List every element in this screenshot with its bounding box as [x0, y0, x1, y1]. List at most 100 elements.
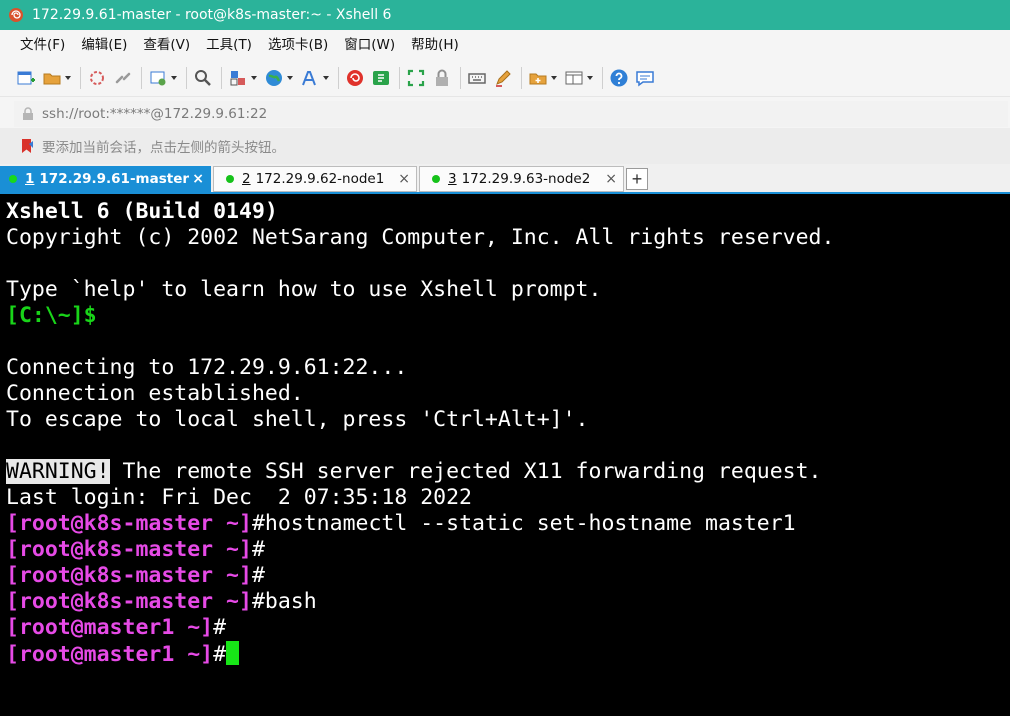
close-tab-icon[interactable]: × — [605, 171, 617, 187]
chat-button[interactable] — [635, 64, 655, 92]
prompt-hash: # — [251, 563, 265, 588]
session-hint-bar: 要添加当前会话，点击左侧的箭头按钮。 — [0, 128, 1010, 164]
terminal-line: [root@k8s-master ~]#hostnamectl --static… — [6, 511, 1010, 537]
connected-status-dot — [226, 175, 234, 183]
toolbar-separator — [399, 67, 400, 89]
title-bar: 172.29.9.61-master - root@k8s-master:~ -… — [0, 0, 1010, 30]
disconnect-button[interactable] — [113, 64, 133, 92]
toolbar-separator — [602, 67, 603, 89]
menu-window[interactable]: 窗口(W) — [336, 32, 403, 58]
terminal-line: To escape to local shell, press 'Ctrl+Al… — [6, 407, 589, 432]
toolbar-separator — [80, 67, 81, 89]
chevron-down-icon — [251, 76, 257, 80]
shell-prompt: [root@k8s-master ~] — [6, 589, 252, 614]
reconnect-icon — [90, 71, 104, 85]
new-folder-button[interactable] — [528, 64, 558, 92]
chevron-down-icon — [323, 76, 329, 80]
toolbar-separator — [186, 67, 187, 89]
help-button[interactable] — [609, 64, 629, 92]
warning-message: The remote SSH server rejected X11 forwa… — [109, 459, 822, 484]
terminal-line: [root@master1 ~]# — [6, 641, 1010, 667]
session-tab-3[interactable]: 3 172.29.9.63-node2 × — [419, 166, 624, 192]
find-button[interactable] — [193, 64, 213, 92]
folder-add-icon — [529, 73, 547, 85]
search-icon — [195, 70, 211, 86]
disconnect-icon — [115, 72, 131, 84]
address-bar: ssh://root:******@172.29.9.61:22 — [0, 96, 1010, 128]
session-tab-1[interactable]: 1 172.29.9.61-master × — [0, 166, 211, 192]
menu-help[interactable]: 帮助(H) — [403, 32, 467, 58]
terminal-line: [root@k8s-master ~]#bash — [6, 589, 1010, 615]
tab-label: 172.29.9.62-node1 — [255, 171, 385, 187]
toolbar-separator — [141, 67, 142, 89]
xftp-icon — [373, 71, 389, 85]
tab-label: 172.29.9.63-node2 — [461, 171, 591, 187]
xftp-button[interactable] — [371, 64, 391, 92]
session-tab-strip: 1 172.29.9.61-master × 2 172.29.9.62-nod… — [0, 164, 1010, 194]
terminal-line: Last login: Fri Dec 2 07:35:18 2022 — [6, 485, 472, 510]
globe-icon — [266, 70, 282, 86]
fullscreen-button[interactable] — [406, 64, 426, 92]
open-session-button[interactable] — [42, 64, 72, 92]
prompt-hash: # — [213, 615, 227, 640]
keyboard-button[interactable] — [467, 64, 487, 92]
bookmark-arrow-icon[interactable] — [20, 138, 34, 154]
terminal-line: Xshell 6 (Build 0149) — [6, 199, 278, 224]
terminal-cursor — [226, 641, 240, 665]
toolbar-separator — [221, 67, 222, 89]
toolbar-separator — [338, 67, 339, 89]
keyboard-icon — [468, 73, 486, 84]
window-layout-button[interactable] — [564, 64, 594, 92]
menu-tabs[interactable]: 选项卡(B) — [260, 32, 336, 58]
window-layout-icon — [565, 71, 583, 85]
terminal-line: Type `help' to learn how to use Xshell p… — [6, 277, 602, 302]
address-field[interactable]: ssh://root:******@172.29.9.61:22 — [14, 101, 1008, 127]
lock-icon — [23, 107, 33, 120]
layout-icon — [230, 71, 245, 86]
new-session-icon — [17, 71, 35, 85]
command-text: bash — [264, 589, 317, 614]
terminal-line: Copyright (c) 2002 NetSarang Computer, I… — [6, 225, 835, 250]
menu-file[interactable]: 文件(F) — [12, 32, 73, 58]
new-session-button[interactable] — [16, 64, 36, 92]
terminal-line: Connecting to 172.29.9.61:22... — [6, 355, 408, 380]
tab-number: 2 — [242, 171, 251, 187]
pen-icon — [496, 70, 511, 87]
session-tab-2[interactable]: 2 172.29.9.62-node1 × — [213, 166, 417, 192]
chevron-down-icon — [287, 76, 293, 80]
terminal-output[interactable]: Xshell 6 (Build 0149) Copyright (c) 2002… — [0, 196, 1010, 716]
menu-bar: 文件(F) 编辑(E) 查看(V) 工具(T) 选项卡(B) 窗口(W) 帮助(… — [0, 30, 1010, 60]
help-icon — [610, 69, 628, 87]
highlight-button[interactable] — [493, 64, 513, 92]
xshell-app-icon[interactable] — [8, 7, 24, 23]
hint-text: 要添加当前会话，点击左侧的箭头按钮。 — [42, 140, 285, 156]
lock-button[interactable] — [432, 64, 452, 92]
menu-view[interactable]: 查看(V) — [135, 32, 198, 58]
font-icon — [302, 71, 316, 86]
tab-number: 3 — [448, 171, 457, 187]
properties-button[interactable] — [148, 64, 178, 92]
close-tab-icon[interactable]: × — [192, 171, 204, 187]
reconnect-button[interactable] — [87, 64, 107, 92]
fullscreen-icon — [407, 69, 425, 87]
close-tab-icon[interactable]: × — [398, 171, 410, 187]
toolbar — [0, 60, 1010, 96]
warning-tag: WARNING! — [6, 459, 110, 484]
xshell-button[interactable] — [345, 64, 365, 92]
chevron-down-icon — [65, 76, 71, 80]
prompt-hash: # — [251, 511, 265, 536]
shell-prompt: [root@k8s-master ~] — [6, 511, 252, 536]
layout-button[interactable] — [228, 64, 258, 92]
menu-tools[interactable]: 工具(T) — [198, 32, 260, 58]
font-button[interactable] — [300, 64, 330, 92]
menu-edit[interactable]: 编辑(E) — [73, 32, 135, 58]
command-text: hostnamectl --static set-hostname master… — [264, 511, 796, 536]
chevron-down-icon — [551, 76, 557, 80]
tab-number: 1 — [25, 171, 35, 187]
terminal-line: [root@master1 ~]# — [6, 615, 1010, 641]
terminal-line: Connection established. — [6, 381, 304, 406]
globe-button[interactable] — [264, 64, 294, 92]
new-tab-button[interactable]: + — [626, 168, 648, 190]
